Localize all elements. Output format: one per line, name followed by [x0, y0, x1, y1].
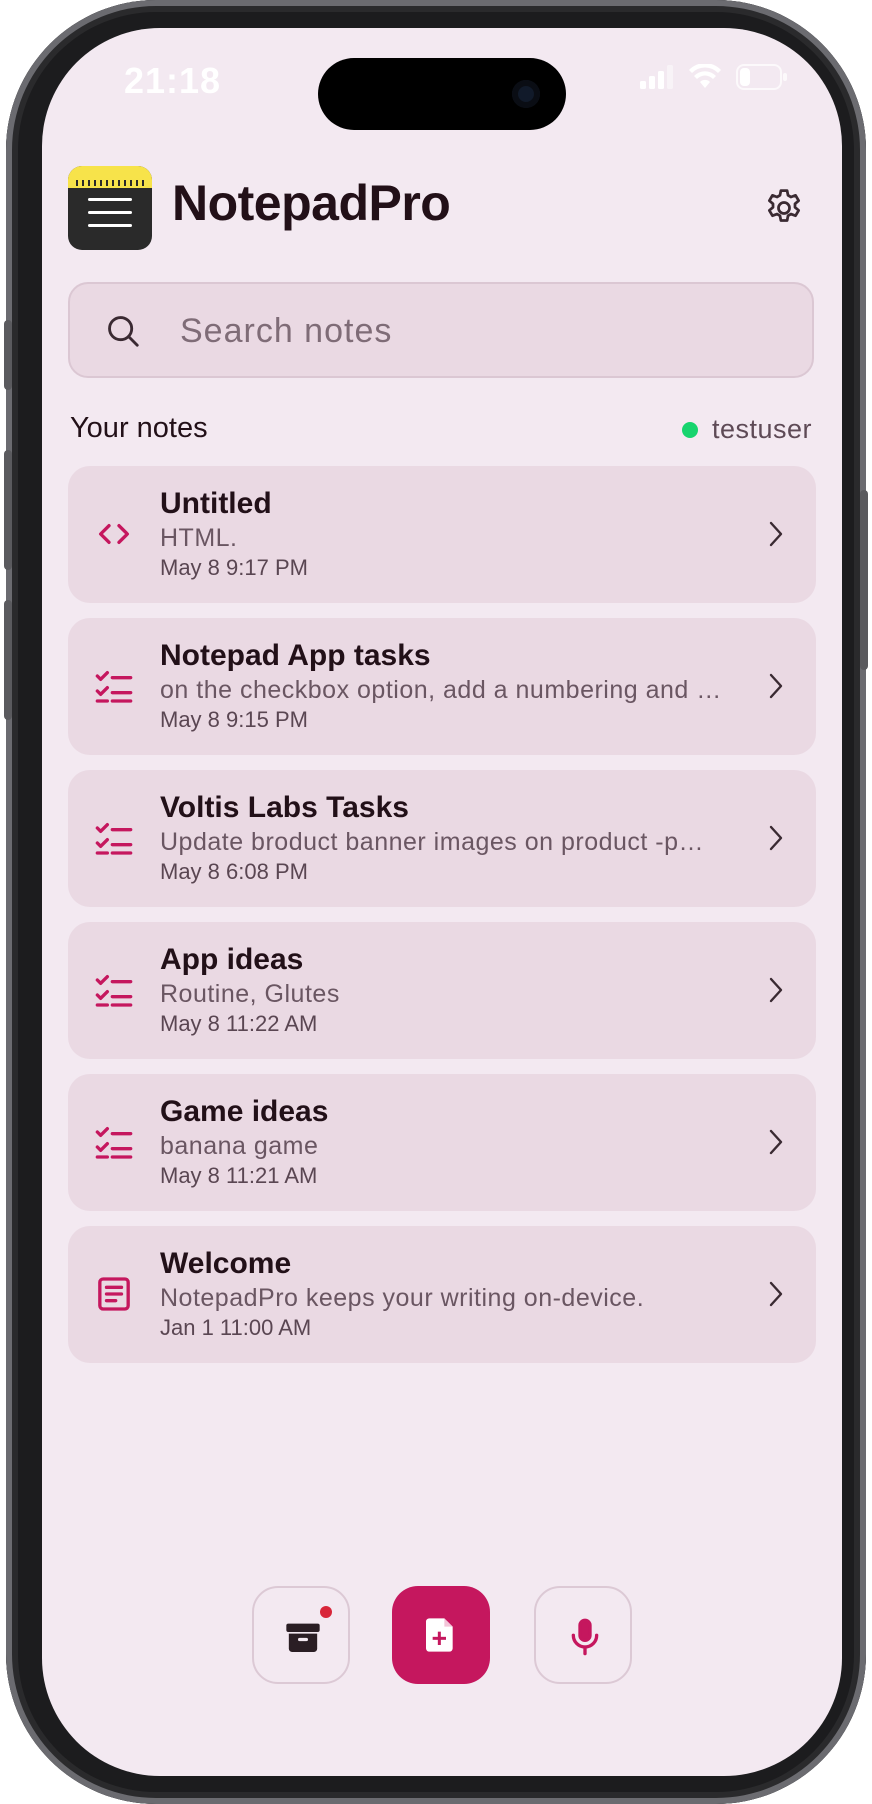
- search-icon: [108, 316, 139, 347]
- note-preview: on the checkbox option, add a numbering …: [160, 676, 722, 704]
- note-date: May 8 11:21 AM: [160, 1163, 318, 1188]
- app-title: NotepadPro: [172, 175, 451, 231]
- note-date: May 8 9:15 PM: [160, 707, 308, 732]
- note-title: Voltis Labs Tasks: [160, 791, 409, 824]
- code-icon: [99, 524, 129, 544]
- chevron-right-icon: [769, 825, 783, 851]
- note-preview: HTML.: [160, 524, 238, 552]
- archive-button[interactable]: [252, 1586, 350, 1684]
- wifi-icon: [689, 64, 721, 88]
- checklist-icon: [95, 1127, 133, 1159]
- chevron-right-icon: [769, 1281, 783, 1307]
- note-title: Game ideas: [160, 1095, 329, 1128]
- app-screen: 21:18 NotepadPro Search notes Your notes…: [42, 28, 842, 1776]
- notification-badge: [320, 1606, 332, 1618]
- microphone-icon: [571, 1618, 599, 1656]
- note-card[interactable]: Notepad App tasks on the checkbox option…: [68, 618, 816, 755]
- phone-frame: 21:18 NotepadPro Search notes Your notes…: [4, 0, 868, 1804]
- volume-down-button: [4, 600, 12, 720]
- note-title: Notepad App tasks: [160, 639, 431, 672]
- note-title: Welcome: [160, 1247, 292, 1280]
- archive-icon: [286, 1623, 320, 1652]
- note-date: May 8 9:17 PM: [160, 555, 308, 580]
- status-bar: 21:18: [42, 28, 842, 130]
- chevron-right-icon: [769, 673, 783, 699]
- note-title: App ideas: [160, 943, 304, 976]
- note-date: May 8 6:08 PM: [160, 859, 308, 884]
- checklist-icon: [95, 671, 133, 703]
- gear-icon: [767, 189, 801, 222]
- username: testuser: [711, 414, 812, 444]
- note-preview: Update broduct banner images on product …: [160, 828, 705, 856]
- voice-note-button[interactable]: [534, 1586, 632, 1684]
- checklist-icon: [95, 975, 133, 1007]
- bottom-action-bar: [42, 1586, 842, 1690]
- note-preview: Routine, Glutes: [160, 980, 340, 1008]
- chevron-right-icon: [769, 1129, 783, 1155]
- note-date: Jan 1 11:00 AM: [160, 1315, 312, 1340]
- online-status-dot: [681, 421, 698, 438]
- note-title: Untitled: [160, 487, 272, 520]
- search-input[interactable]: [178, 306, 742, 356]
- chevron-right-icon: [769, 521, 783, 547]
- dynamic-island: [318, 58, 566, 130]
- checklist-icon: [95, 823, 133, 855]
- action-button: [4, 320, 12, 390]
- status-time: 21:18: [124, 60, 222, 101]
- volume-up-button: [4, 450, 12, 570]
- note-preview: NotepadPro keeps your writing on-device.: [160, 1284, 645, 1312]
- section-title: Your notes: [70, 412, 208, 444]
- settings-button[interactable]: [762, 186, 806, 230]
- new-note-button[interactable]: [392, 1586, 490, 1684]
- app-header: NotepadPro: [68, 166, 820, 256]
- notes-section-header: Your notes testuser: [70, 412, 816, 452]
- note-card[interactable]: Game ideas banana game May 8 11:21 AM: [68, 1074, 816, 1211]
- status-icons: [640, 64, 788, 90]
- app-logo: [68, 166, 152, 250]
- camera-icon: [512, 80, 540, 108]
- notes-list: Untitled HTML. May 8 9:17 PM Notepad App…: [68, 466, 816, 1378]
- search-bar[interactable]: [68, 282, 814, 378]
- document-icon: [98, 1277, 130, 1311]
- power-button: [860, 490, 868, 670]
- new-document-icon: [426, 1618, 453, 1652]
- note-date: May 8 11:22 AM: [160, 1011, 318, 1036]
- note-card[interactable]: Voltis Labs Tasks Update broduct banner …: [68, 770, 816, 907]
- battery-icon: [736, 64, 787, 90]
- note-preview: banana game: [160, 1132, 319, 1160]
- note-card[interactable]: App ideas Routine, Glutes May 8 11:22 AM: [68, 922, 816, 1059]
- user-status: testuser: [681, 414, 812, 445]
- signal-icon: [640, 65, 673, 89]
- note-card[interactable]: Untitled HTML. May 8 9:17 PM: [68, 466, 816, 603]
- chevron-right-icon: [769, 977, 783, 1003]
- note-card[interactable]: Welcome NotepadPro keeps your writing on…: [68, 1226, 816, 1363]
